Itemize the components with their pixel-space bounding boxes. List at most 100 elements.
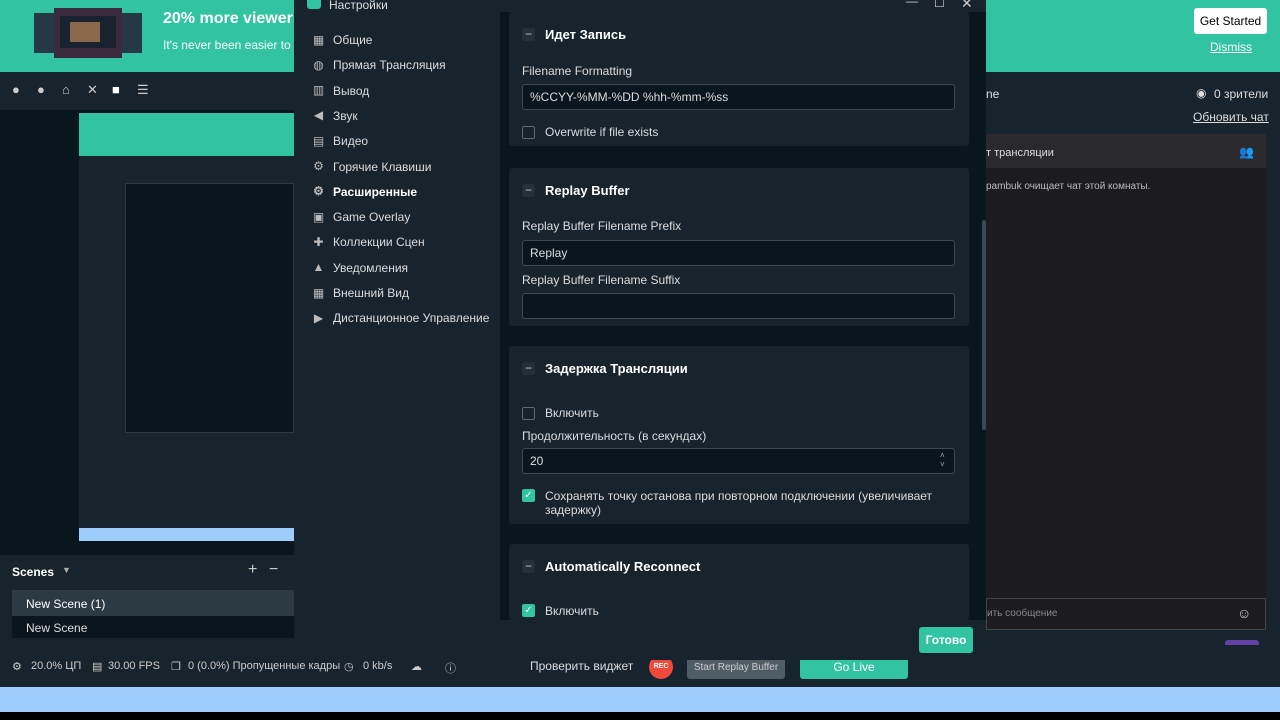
cpu-usage: 20.0% ЦП: [31, 660, 82, 672]
dropped-frames: 0 (0.0%) Пропущенные кадры: [188, 660, 341, 672]
chat-panel: ne ◉ 0 зрители Обновить чат т трансляции…: [986, 72, 1280, 664]
close-icon[interactable]: ✕: [961, 0, 973, 12]
auto-reconnect-section: − Automatically Reconnect ✓ Включить: [509, 544, 969, 620]
fps-value: 30.00 FPS: [108, 660, 160, 672]
delay-enable-label: Включить: [545, 406, 599, 420]
refresh-chat-link[interactable]: Обновить чат: [1193, 110, 1269, 124]
duration-stepper[interactable]: [522, 448, 955, 474]
filename-format-input[interactable]: [522, 84, 955, 110]
settings-nav-item[interactable]: ▲ Уведомления: [312, 261, 408, 275]
preview-area: [0, 110, 294, 555]
nav-label: Вывод: [333, 83, 370, 98]
speaker-icon: ◀: [313, 108, 324, 123]
collapse-icon[interactable]: −: [522, 28, 535, 41]
emoji-icon[interactable]: ☺: [1237, 605, 1251, 621]
info-icon[interactable]: ⓘ: [445, 660, 456, 676]
settings-nav-item[interactable]: ⚙ Горячие Клавиши: [312, 160, 431, 174]
settings-nav-item[interactable]: ▦ Внешний Вид: [312, 286, 409, 300]
scene-item[interactable]: New Scene (1): [12, 590, 294, 616]
minimize-icon[interactable]: —: [906, 0, 918, 8]
test-widget-button[interactable]: Проверить виджет: [530, 659, 633, 673]
settings-nav-item[interactable]: ✚ Коллекции Сцен: [312, 234, 425, 250]
dismiss-link[interactable]: Dismiss: [1210, 40, 1252, 54]
nav-label: Видео: [333, 134, 369, 149]
nav-label: Общие: [333, 33, 373, 47]
taskbar-strip: [0, 687, 1280, 712]
nav-label: Уведомления: [333, 260, 409, 275]
collapse-icon[interactable]: −: [522, 560, 535, 573]
nav-label: Коллекции Сцен: [333, 235, 425, 250]
scenes-dropdown-icon[interactable]: ▼: [62, 565, 71, 575]
replay-buffer-section: − Replay Buffer Replay Buffer Filename P…: [509, 168, 969, 326]
settings-nav-item[interactable]: ▤ Видео: [312, 134, 368, 148]
settings-nav-item[interactable]: ⚙ Расширенные: [312, 185, 417, 199]
reconnect-enable-checkbox[interactable]: ✓: [522, 604, 535, 617]
banner-subtitle: It's never been easier to s: [163, 38, 301, 52]
chat-icon[interactable]: ●: [37, 82, 51, 97]
overlay-icon: ▣: [312, 209, 325, 224]
add-scene-icon[interactable]: +: [248, 561, 257, 579]
maximize-icon[interactable]: ☐: [934, 0, 945, 10]
stepper-arrows-icon[interactable]: ˄ ˅: [940, 451, 945, 469]
film-icon: ▤: [312, 133, 325, 148]
nav-label: Внешний Вид: [333, 286, 410, 300]
scenes-title: Scenes: [12, 565, 55, 579]
dashboard-icon[interactable]: ●: [12, 82, 26, 97]
app-logo-icon: [307, 0, 321, 9]
remove-scene-icon[interactable]: −: [269, 561, 278, 579]
settings-nav-item[interactable]: ▦ Общие: [312, 33, 373, 47]
layout-icon: ▦: [312, 285, 325, 300]
section-title: Replay Buffer: [545, 183, 630, 198]
gear-icon: ⚙: [313, 159, 324, 173]
replay-prefix-input[interactable]: [522, 240, 955, 266]
chat-input[interactable]: ить сообщение ☺: [986, 598, 1266, 630]
settings-nav-item[interactable]: ▥ Вывод: [312, 84, 369, 98]
puzzle-icon: ✚: [313, 234, 324, 249]
nav-label: Звук: [333, 108, 358, 123]
stream-delay-section: − Задержка Трансляции Включить Продолжит…: [509, 346, 969, 524]
eye-icon: ◉: [1196, 86, 1207, 100]
settings-title: Настройки: [329, 0, 388, 12]
cpu-icon: ⚙: [12, 661, 22, 673]
scene-label: New Scene (1): [26, 597, 106, 611]
prefix-label: Replay Buffer Filename Prefix: [522, 219, 682, 233]
gears-icon: ⚙: [313, 184, 324, 199]
section-title: Задержка Трансляции: [545, 361, 688, 376]
overwrite-checkbox[interactable]: [522, 126, 535, 139]
collapse-icon[interactable]: −: [522, 362, 535, 375]
delay-enable-checkbox[interactable]: [522, 407, 535, 420]
scene-label: New Scene: [26, 621, 88, 635]
settings-nav-item[interactable]: ◍ Прямая Трансляция: [312, 58, 445, 72]
frames-icon: ❐: [171, 661, 181, 673]
chip-icon: ▥: [312, 83, 325, 98]
chat-header: т трансляции: [986, 147, 1054, 159]
get-started-button[interactable]: Get Started: [1194, 8, 1267, 34]
fps-icon: ▤: [92, 661, 103, 673]
users-icon[interactable]: 👥: [1239, 145, 1254, 159]
studio-icon[interactable]: ■: [112, 82, 126, 97]
settings-list-icon[interactable]: ☰: [137, 82, 151, 97]
store-icon[interactable]: ⌂: [62, 82, 76, 97]
done-button[interactable]: Готово: [919, 627, 973, 653]
preserve-checkbox[interactable]: ✓: [522, 489, 535, 502]
tools-icon[interactable]: ✕: [87, 82, 101, 97]
cloud-icon[interactable]: ☁: [411, 660, 422, 673]
recursive-preview-image: [79, 113, 294, 541]
chat-title: ne: [986, 87, 1000, 101]
nav-label: Дистанционное Управление: [333, 311, 490, 326]
settings-nav-item[interactable]: ▣ Game Overlay: [312, 209, 411, 224]
settings-window: Настройки — ☐ ✕ ▦ Общие ◍ Прямая Трансляция…: [294, 0, 986, 660]
settings-nav-item[interactable]: ◀ Звук: [312, 109, 358, 123]
play-circle-icon: ▶: [313, 310, 324, 325]
replay-suffix-input[interactable]: [522, 293, 955, 319]
settings-scrollbar[interactable]: [982, 220, 986, 430]
scene-item[interactable]: New Scene: [12, 616, 294, 638]
bitrate-value: 0 kb/s: [363, 660, 393, 672]
filename-label: Filename Formatting: [522, 64, 633, 78]
collapse-icon[interactable]: −: [522, 184, 535, 197]
nav-label: Горячие Клавиши: [333, 159, 432, 174]
speed-icon: ◷: [344, 661, 354, 673]
settings-nav-item[interactable]: ▶ Дистанционное Управление: [312, 310, 490, 326]
chat-message: pambuk очищает чат этой комнаты.: [986, 181, 1151, 192]
promo-thumbnails-image: [34, 8, 142, 58]
